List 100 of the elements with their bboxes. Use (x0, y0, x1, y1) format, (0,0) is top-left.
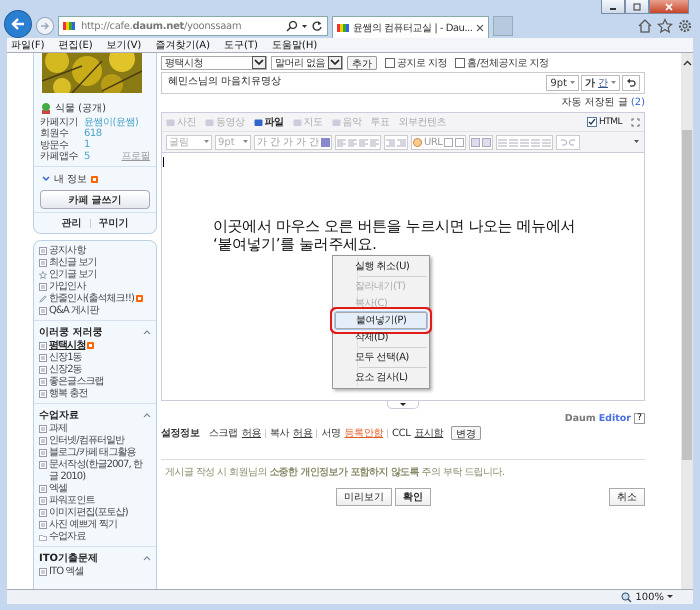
admin-link[interactable]: 꾸미기 (98, 216, 128, 230)
prefix-select[interactable]: 말머리 없음 (271, 56, 343, 70)
setting-value-link[interactable]: 등록안함 (344, 426, 384, 440)
sidebar-menu-item[interactable]: 최신글 보기 (49, 257, 97, 269)
menu-item[interactable]: 도구(T) (224, 38, 258, 52)
sidebar-menu-item[interactable]: 수업자료 (49, 531, 86, 543)
zoom-control[interactable]: 100% (621, 592, 673, 602)
caret-icon (400, 402, 406, 406)
forward-button[interactable] (36, 17, 54, 35)
board-select[interactable]: 평택시청 (161, 56, 267, 70)
home-icon[interactable] (637, 18, 653, 34)
context-menu-item[interactable]: 요소 검사(L) (335, 369, 427, 386)
minimize-button[interactable] (601, 0, 625, 14)
change-button[interactable]: 변경 (451, 426, 482, 440)
sidebar-menu-item[interactable]: 공지사항 (49, 245, 86, 257)
sidebar-menu-item[interactable]: 한줄인사(출석체크!!) (49, 293, 134, 305)
checkbox-label: 홈/전체공지로 지정 (467, 56, 549, 70)
menu-group-title[interactable]: ITO기출문제 (39, 551, 98, 565)
scroll-up-icon[interactable] (682, 60, 692, 66)
brand-product: Editor (598, 412, 631, 424)
menu-item[interactable]: 즐겨찾기(A) (155, 38, 210, 52)
my-info-link[interactable]: 내 정보 (54, 172, 88, 186)
add-button[interactable]: 추가 (347, 56, 377, 70)
sidebar-menu-item[interactable]: ITO 엑셀 (49, 566, 84, 578)
setting-label: 스크랩 (209, 427, 238, 440)
sidebar-menu-item[interactable]: 신장1동 (49, 352, 82, 364)
sidebar-menu-item[interactable]: 사진 예쁘게 찍기 (49, 519, 118, 531)
more-icon[interactable] (633, 139, 640, 145)
highlight-icon[interactable] (320, 136, 331, 148)
menu-group-title[interactable]: 이러쿵 저러쿵 (39, 325, 102, 339)
sidebar-menu-item[interactable]: 신장2동 (49, 364, 82, 376)
sidebar-menu-item[interactable]: 파워포인트 (49, 495, 95, 507)
close-icon[interactable] (476, 24, 484, 32)
sidebar-menu-item[interactable]: 가입인사 (49, 281, 86, 293)
menu-item[interactable]: 파일(F) (11, 38, 45, 52)
fullscreen-icon[interactable] (631, 118, 640, 126)
form-button[interactable]: 미리보기 (336, 488, 392, 506)
table-icon[interactable] (443, 136, 454, 148)
help-button[interactable]: ? (634, 412, 645, 424)
sidebar-menu-item[interactable]: 과제 (49, 423, 68, 435)
scrollbar[interactable] (681, 53, 693, 589)
box-icon[interactable] (470, 136, 482, 148)
context-menu-item[interactable]: 모두 선택(A) (335, 349, 427, 366)
menu-group-title[interactable]: 수업자료 (39, 408, 79, 422)
expand-handle[interactable] (387, 401, 419, 409)
sidebar-menu-item[interactable]: 문서작성(한글2007, 한글 2010) (49, 459, 151, 483)
dropdown-icon (667, 595, 673, 599)
board-icon (39, 366, 47, 374)
board-icon (39, 247, 47, 255)
collapse-icon[interactable] (143, 412, 151, 418)
setting-value-link[interactable]: 허용 (242, 426, 262, 440)
stat-label: 카페앱수 (40, 150, 79, 164)
sidebar-menu-item[interactable]: 인기글 보기 (49, 269, 97, 281)
menu-item[interactable]: 도움말(H) (272, 38, 318, 52)
new-badge-icon (136, 295, 144, 302)
sidebar-menu-item[interactable]: Q&A 게시판 (49, 305, 98, 317)
site-icon (337, 24, 349, 32)
checkbox[interactable] (385, 58, 395, 68)
emoticon-icon[interactable] (412, 136, 423, 148)
settings-icon[interactable] (677, 18, 693, 34)
context-menu-item[interactable]: 실행 취소(U) (335, 258, 427, 275)
back-button[interactable] (4, 10, 32, 38)
sidebar-menu-item[interactable]: 엑셀 (49, 483, 68, 495)
form-button[interactable]: 확인 (395, 488, 431, 506)
star-icon[interactable] (657, 18, 673, 34)
search-icon[interactable] (286, 20, 298, 32)
autosave-count[interactable]: (2) (630, 96, 645, 110)
menu-item[interactable]: 편집(E) (58, 38, 93, 52)
cafe-grade: 식물 (공개) (55, 102, 106, 115)
sidebar-menu-item[interactable]: 이미지편집(포토샵) (49, 507, 128, 519)
sidebar-menu-item[interactable]: 행복 충전 (49, 388, 88, 400)
new-badge-icon (91, 176, 98, 182)
attach-tool[interactable]: 파일 (254, 115, 284, 129)
pen-icon (39, 295, 47, 303)
sidebar-menu-item[interactable]: 평택시청 (49, 340, 86, 352)
context-menu-item[interactable]: 삭제(D) (335, 329, 427, 346)
box-icon[interactable] (481, 136, 492, 148)
collapse-icon[interactable] (143, 555, 151, 561)
arrow-right-icon (40, 21, 50, 31)
write-button[interactable]: 카페 글쓰기 (40, 190, 150, 209)
collapse-icon[interactable] (143, 329, 151, 335)
checkbox[interactable] (455, 58, 466, 68)
checkbox[interactable] (586, 117, 597, 127)
cancel-button[interactable]: 취소 (609, 488, 645, 506)
admin-link[interactable]: 관리 (62, 216, 82, 230)
chevron-icon[interactable] (42, 176, 50, 182)
sidebar-menu-item[interactable]: 블로그/카페 태그활용 (49, 447, 136, 459)
arrow-left-icon (10, 17, 26, 31)
table-icon[interactable] (454, 136, 466, 148)
setting-value-link[interactable]: 허용 (293, 426, 312, 440)
sidebar-menu-item[interactable]: 인터넷/컴퓨터일반 (49, 435, 124, 447)
setting-value-link[interactable]: 표시함 (414, 426, 444, 440)
refresh-icon[interactable] (311, 20, 323, 32)
close-icon (664, 2, 674, 10)
close-button[interactable] (649, 0, 689, 14)
sidebar-menu-item[interactable]: 좋은글스크랩 (49, 376, 104, 388)
menu-item[interactable]: 보기(V) (106, 38, 142, 52)
address-bar[interactable]: http://cafe.daum.net/yoonssaam (58, 16, 328, 36)
maximize-button[interactable] (625, 0, 649, 14)
stat-label: 카페지기 (40, 116, 79, 128)
